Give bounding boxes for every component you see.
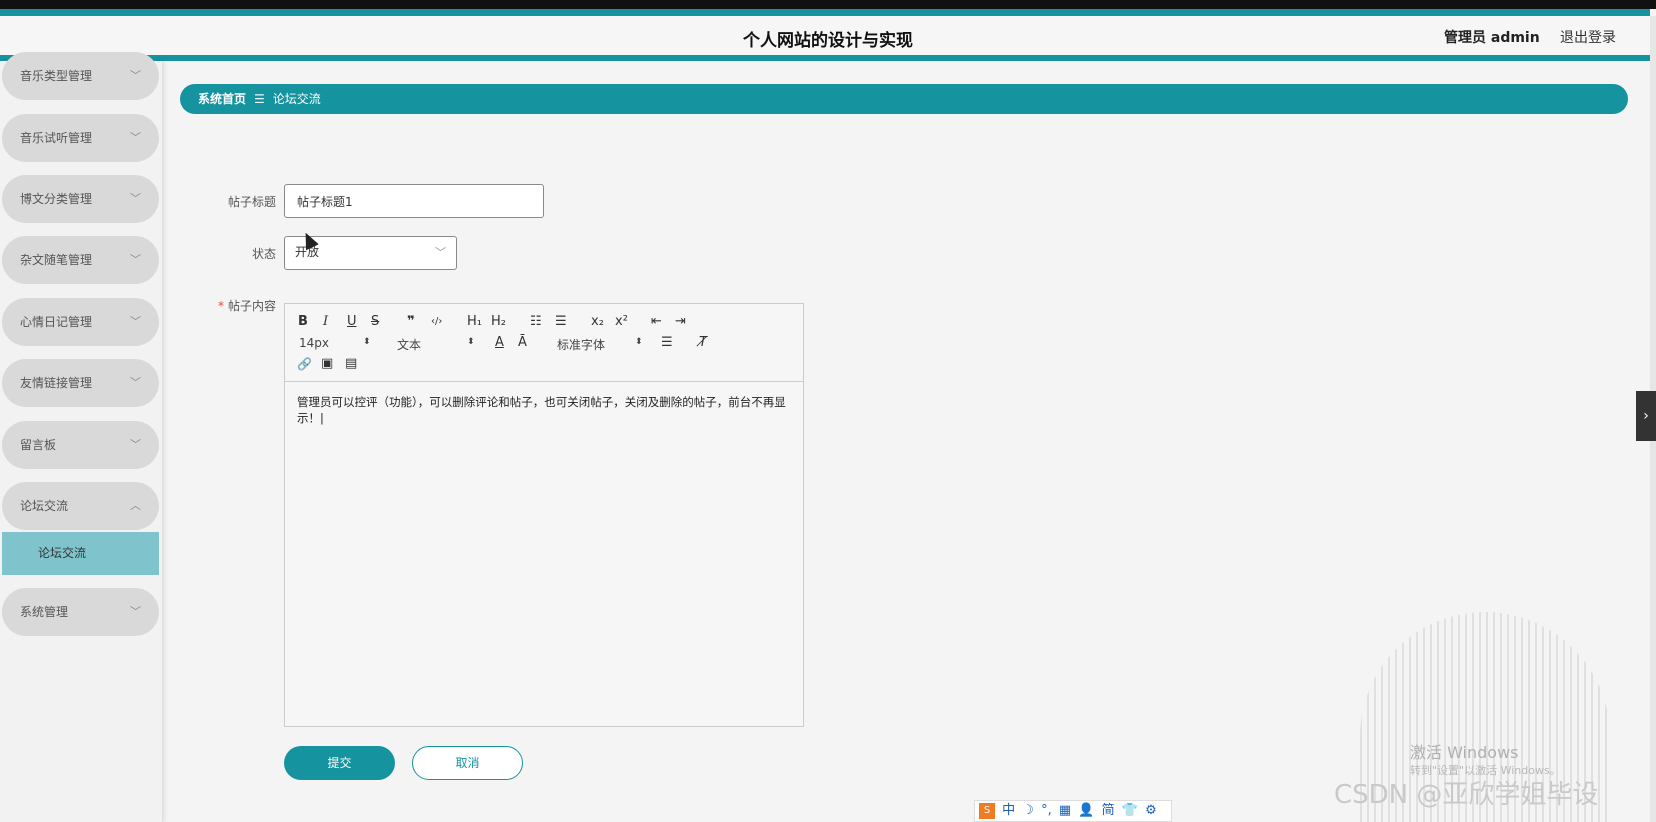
logout-link[interactable]: 退出登录 [1560,27,1616,47]
ordered-list-button[interactable]: ☷ [530,314,542,330]
chevron-down-icon: ﹀ [130,605,141,618]
chevron-down-icon: ﹀ [130,438,141,451]
outdent-button[interactable]: ⇤ [651,314,662,330]
cancel-button[interactable]: 取消 [412,746,523,780]
window-top-edge [0,0,1656,9]
chevron-down-icon: ﹀ [130,253,141,266]
sogou-ime-icon[interactable]: S [979,802,995,819]
ime-toolbar: S 中 ☽ °, ▦ 👤 简 👕 ⚙ ♪ [974,800,1172,822]
title-input[interactable] [284,184,544,218]
sidebar-subitem-forum[interactable]: 论坛交流 [2,532,159,575]
breadcrumb: 系统首页 ☰ 论坛交流 [180,84,1628,114]
moon-icon[interactable]: ☽ [1022,803,1034,818]
editor-toolbar: B I U S ❞ ‹/› H₁ H₂ ☷ ☰ x₂ x² ⇤ ⇥ 14px ⬍ … [285,304,803,382]
skin-icon[interactable]: 👕 [1122,803,1138,818]
breadcrumb-home[interactable]: 系统首页 [198,92,246,106]
simplified-mode[interactable]: 简 [1102,803,1115,818]
underline-button[interactable]: U [347,314,357,330]
video-icon[interactable]: ▤ [345,356,357,372]
sidebar-item-music-type[interactable]: 音乐类型管理 ﹀ [2,52,159,100]
editor-content[interactable]: 管理员可以控评（功能），可以删除评论和帖子，也可关闭帖子，关闭及删除的帖子，前台… [297,394,793,426]
menu-icon: ☰ [254,92,265,106]
select-arrow-icon: ⬍ [635,337,643,347]
chevron-down-icon: ﹀ [130,192,141,205]
chevron-down-icon: ﹀ [130,131,141,144]
sidebar-item-music-listen[interactable]: 音乐试听管理 ﹀ [2,114,159,162]
chevron-down-icon: ﹀ [130,69,141,82]
sidebar-item-mood-diary[interactable]: 心情日记管理 ﹀ [2,298,159,346]
subscript-button[interactable]: x₂ [591,314,604,330]
chevron-up-icon: ︿ [130,499,141,512]
rich-text-editor: B I U S ❞ ‹/› H₁ H₂ ☷ ☰ x₂ x² ⇤ ⇥ 14px ⬍ … [284,303,804,727]
h1-button[interactable]: H₁ [467,314,482,330]
font-family-select[interactable]: 标准字体 ⬍ [557,336,645,353]
chevron-down-icon: ﹀ [130,376,141,389]
italic-button[interactable]: I [323,314,328,330]
header-select[interactable]: 文本 ⬍ [397,336,477,353]
sidebar-item-system[interactable]: 系统管理 ﹀ [2,588,159,636]
background-color-button[interactable]: Ā [518,335,527,351]
link-icon[interactable]: 🔗 [297,356,312,372]
status-label: 状态 [251,247,276,261]
font-size-select[interactable]: 14px ⬍ [299,336,371,350]
quote-button[interactable]: ❞ [407,314,415,330]
header-bottom-stripe [0,55,1650,61]
sidebar-item-friend-links[interactable]: 友情链接管理 ﹀ [2,359,159,407]
text-color-button[interactable]: A [495,335,504,351]
strike-button[interactable]: S [371,314,379,330]
clean-format-button[interactable]: T̸ [699,335,707,351]
windows-activation-title: 激活 Windows [1410,743,1519,762]
sidebar-item-blog-category[interactable]: 博文分类管理 ﹀ [2,175,159,223]
sidebar-item-essays[interactable]: 杂文随笔管理 ﹀ [2,236,159,284]
current-user: 管理员 admin [1444,30,1540,46]
breadcrumb-current: 论坛交流 [272,92,321,106]
bullet-list-button[interactable]: ☰ [555,314,567,330]
submit-button[interactable]: 提交 [284,746,395,780]
user-icon[interactable]: 👤 [1078,803,1094,818]
select-arrow-icon: ⬍ [363,337,371,347]
ime-chinese-mode[interactable]: 中 [1002,803,1015,818]
h2-button[interactable]: H₂ [491,314,506,330]
sidebar-item-forum[interactable]: 论坛交流 ︿ [2,482,159,530]
gear-icon[interactable]: ⚙ [1145,803,1157,818]
code-button[interactable]: ‹/› [431,314,442,330]
chevron-down-icon: ﹀ [435,246,446,259]
csdn-watermark: CSDN @亚欣学姐毕设 [1334,780,1599,810]
indent-button[interactable]: ⇥ [675,314,686,330]
align-button[interactable]: ☰ [661,335,673,351]
content-label: * 帖子内容 [217,299,276,313]
site-title: 个人网站的设计与实现 [743,31,913,51]
superscript-button[interactable]: x² [615,314,628,330]
sidebar-item-message-board[interactable]: 留言板 ﹀ [2,421,159,469]
select-arrow-icon: ⬍ [467,337,475,347]
keyboard-icon[interactable]: ▦ [1059,803,1071,818]
header-top-stripe [0,9,1650,16]
bold-button[interactable]: B [298,314,308,330]
expand-panel-tab[interactable]: › [1636,391,1656,441]
punctuation-icon[interactable]: °, [1041,803,1052,818]
image-icon[interactable]: ▣ [321,356,333,372]
chevron-down-icon: ﹀ [130,315,141,328]
title-label: 帖子标题 [227,195,276,209]
required-mark: * [217,299,224,313]
